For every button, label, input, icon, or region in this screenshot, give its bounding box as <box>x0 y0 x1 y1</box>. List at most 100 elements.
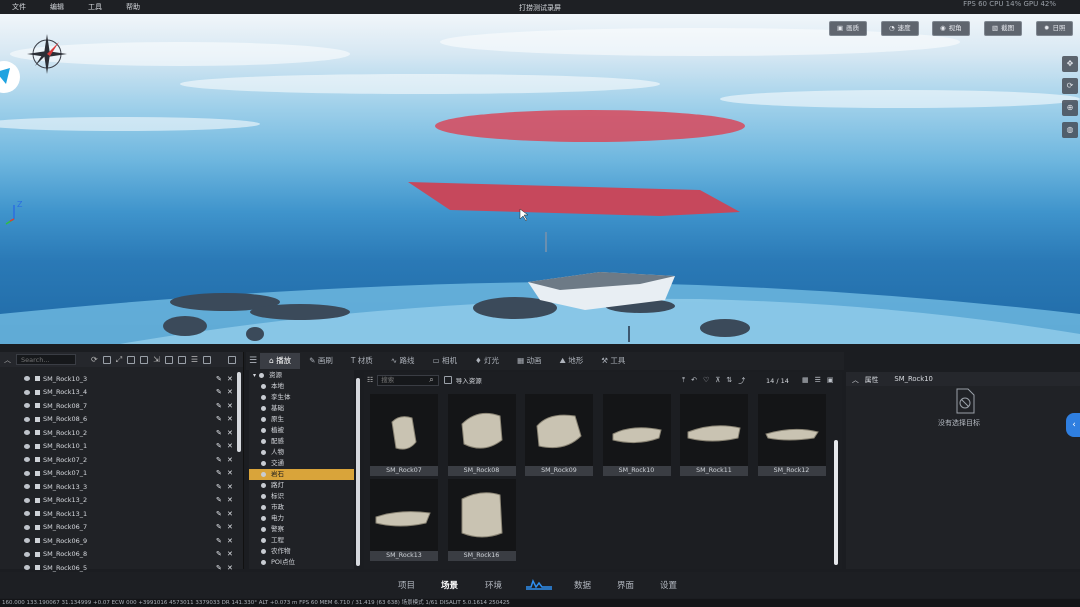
category-item[interactable]: 植被 <box>249 425 354 436</box>
eye-icon[interactable] <box>24 430 30 436</box>
pencil-icon[interactable]: ✎ <box>216 564 222 572</box>
menu-tools[interactable]: 工具 <box>76 2 114 12</box>
nav-data[interactable]: 数据 <box>574 579 591 591</box>
pencil-icon[interactable]: ✎ <box>216 402 222 410</box>
export-icon[interactable] <box>202 355 211 364</box>
list-icon[interactable]: ☰ <box>191 355 198 364</box>
outliner-row[interactable]: SM_Rock06_8 ✎ ✕ <box>0 548 236 562</box>
category-item[interactable]: 警察 <box>249 524 354 535</box>
outliner-search-input[interactable] <box>16 354 76 365</box>
category-item[interactable]: 市政 <box>249 502 354 513</box>
folder-add-icon[interactable] <box>140 355 149 364</box>
collapse-icon[interactable]: ︿ <box>4 355 11 365</box>
pencil-icon[interactable]: ✎ <box>216 442 222 450</box>
category-item[interactable]: 孪生体 <box>249 392 354 403</box>
close-icon[interactable]: ✕ <box>227 483 233 491</box>
outliner-scrollbar[interactable] <box>237 372 241 452</box>
eye-icon[interactable] <box>24 538 30 544</box>
close-icon[interactable]: ✕ <box>227 456 233 464</box>
outliner-row[interactable]: SM_Rock10_1 ✎ ✕ <box>0 440 236 454</box>
pencil-icon[interactable]: ✎ <box>216 388 222 396</box>
outliner-row[interactable]: SM_Rock13_3 ✎ ✕ <box>0 480 236 494</box>
category-item[interactable]: 基础 <box>249 403 354 414</box>
upload-icon[interactable]: ⤒ <box>682 376 685 386</box>
speed-button[interactable]: ◔ 速度 <box>881 21 919 36</box>
outliner-row[interactable]: SM_Rock13_1 ✎ ✕ <box>0 507 236 521</box>
asset-scrollbar[interactable] <box>834 440 838 565</box>
up-icon[interactable]: ⤴ <box>738 376 745 386</box>
eye-icon[interactable] <box>24 376 30 382</box>
asset-card[interactable]: SM_Rock11 <box>680 394 748 476</box>
close-icon[interactable]: ✕ <box>227 442 233 450</box>
category-item[interactable]: 人物 <box>249 447 354 458</box>
outliner-row[interactable]: SM_Rock08_7 ✎ ✕ <box>0 399 236 413</box>
close-icon[interactable]: ✕ <box>227 510 233 518</box>
orbit-icon[interactable]: ⟳ <box>1062 78 1078 94</box>
outliner-row[interactable]: SM_Rock10_3 ✎ ✕ <box>0 372 236 386</box>
menu-help[interactable]: 帮助 <box>114 2 152 12</box>
detail-icon[interactable]: ▣ <box>827 376 834 384</box>
tab-brush[interactable]: ✎ 画刷 <box>300 353 342 369</box>
menu-icon[interactable]: ☰ <box>246 356 260 366</box>
heart-icon[interactable]: ♡ <box>703 376 709 386</box>
pencil-icon[interactable]: ✎ <box>216 469 222 477</box>
eye-icon[interactable] <box>24 403 30 409</box>
category-item[interactable]: 农作物 <box>249 546 354 557</box>
globe-icon[interactable]: ◍ <box>1062 122 1078 138</box>
sort-icon[interactable]: ⇅ <box>726 376 732 386</box>
outliner-row[interactable]: SM_Rock06_7 ✎ ✕ <box>0 521 236 535</box>
close-icon[interactable]: ✕ <box>227 402 233 410</box>
tab-material[interactable]: T 材质 <box>342 353 382 369</box>
folder-icon[interactable] <box>127 355 136 364</box>
view-button[interactable]: ◉ 视角 <box>932 21 970 36</box>
tab-tools[interactable]: ⚒ 工具 <box>592 353 634 369</box>
category-scrollbar[interactable] <box>356 378 360 566</box>
square-icon[interactable] <box>177 355 186 364</box>
collapse-icon[interactable]: ︿ <box>852 374 859 384</box>
close-icon[interactable]: ✕ <box>227 375 233 383</box>
close-icon[interactable]: ✕ <box>227 415 233 423</box>
nav-interface[interactable]: 界面 <box>617 579 634 591</box>
category-item[interactable]: 配感 <box>249 436 354 447</box>
list-icon[interactable]: ☷ <box>367 376 373 384</box>
import-icon[interactable] <box>443 376 452 384</box>
category-item[interactable]: 原生 <box>249 414 354 425</box>
pencil-icon[interactable]: ✎ <box>216 523 222 531</box>
eye-icon[interactable] <box>24 416 30 422</box>
close-icon[interactable]: ✕ <box>227 429 233 437</box>
nav-settings[interactable]: 设置 <box>660 579 677 591</box>
pencil-icon[interactable]: ✎ <box>216 496 222 504</box>
category-item[interactable]: POI点位 <box>249 557 354 568</box>
asset-card[interactable]: SM_Rock12 <box>757 394 826 476</box>
import-assets-button[interactable]: 导入资源 <box>456 375 482 385</box>
top-icon[interactable]: ⊼ <box>715 376 720 386</box>
outliner-row[interactable]: SM_Rock10_2 ✎ ✕ <box>0 426 236 440</box>
pencil-icon[interactable]: ✎ <box>216 483 222 491</box>
asset-card[interactable]: SM_Rock16 <box>447 479 516 561</box>
eye-icon[interactable] <box>24 511 30 517</box>
outliner-row[interactable]: SM_Rock07_1 ✎ ✕ <box>0 467 236 481</box>
pencil-icon[interactable]: ✎ <box>216 537 222 545</box>
zoom-icon[interactable]: ⊕ <box>1062 100 1078 116</box>
close-icon[interactable]: ✕ <box>227 523 233 531</box>
pencil-icon[interactable]: ✎ <box>216 550 222 558</box>
panel-icon[interactable] <box>227 355 236 364</box>
tab-camera[interactable]: ▭ 相机 <box>423 353 465 369</box>
category-item[interactable]: 路灯 <box>249 480 354 491</box>
eye-icon[interactable] <box>24 443 30 449</box>
chevron-left-icon[interactable]: ‹ <box>1066 413 1080 437</box>
menu-edit[interactable]: 编辑 <box>38 2 76 12</box>
tab-route[interactable]: ∿ 路线 <box>382 353 424 369</box>
eye-icon[interactable] <box>24 551 30 557</box>
category-item[interactable]: 交通 <box>249 458 354 469</box>
expand-icon[interactable]: ⇲ <box>153 355 160 364</box>
asset-card[interactable]: SM_Rock08 <box>447 394 516 476</box>
category-item[interactable]: 标识 <box>249 491 354 502</box>
nav-waveform[interactable] <box>526 578 552 593</box>
screenshot-button[interactable]: ▧ 截图 <box>984 21 1023 36</box>
pencil-icon[interactable]: ✎ <box>216 456 222 464</box>
close-icon[interactable]: ✕ <box>227 550 233 558</box>
category-item[interactable]: 岩石 <box>249 469 354 480</box>
outliner-row[interactable]: SM_Rock13_4 ✎ ✕ <box>0 386 236 400</box>
undo-icon[interactable]: ↶ <box>691 376 697 386</box>
